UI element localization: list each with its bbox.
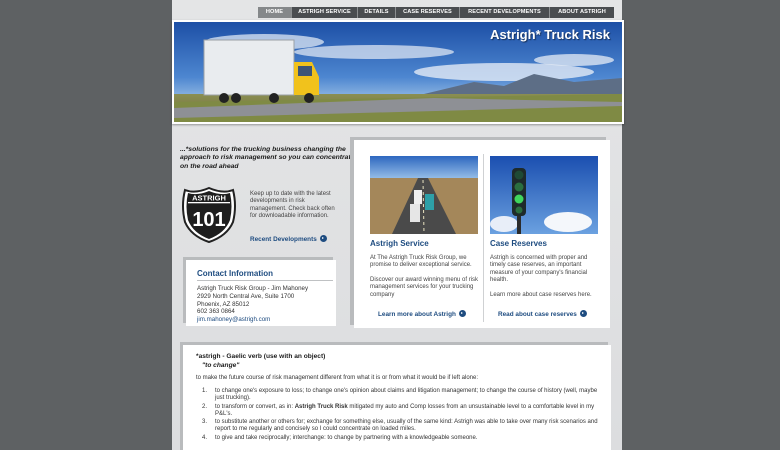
divider [483, 154, 484, 322]
paragraph: Discover our award winning menu of risk … [370, 276, 479, 298]
divider [197, 280, 333, 281]
list-text: to transform or convert, as in: Astrigh … [215, 404, 607, 419]
definition-subtitle: "to change" [202, 362, 240, 369]
arrow-right-icon [319, 235, 327, 242]
read-case-reserves-label: Read about case reserves [498, 311, 577, 318]
list-text-bold: Astrigh Truck Risk [294, 403, 348, 410]
astrigh-service-text: At The Astrigh Truck Risk Group, we prom… [370, 255, 480, 299]
list-text: to give and take reciprocally; interchan… [215, 434, 478, 441]
nav-case-reserves[interactable]: CASE RESERVES [396, 7, 460, 18]
paragraph: Learn more about case reserves here. [490, 291, 592, 298]
list-number: 2. [202, 403, 208, 410]
list-text: to substitute another or others for; exc… [215, 419, 598, 433]
astrigh-service-title: Astrigh Service [370, 239, 429, 248]
tagline: ...*solutions for the trucking business … [180, 146, 355, 170]
nav-astrigh-service[interactable]: ASTRIGH SERVICE [292, 7, 358, 18]
recent-developments-link[interactable]: Recent Developments [250, 235, 327, 243]
nav-details[interactable]: DETAILS [358, 7, 396, 18]
case-reserves-title: Case Reserves [490, 239, 547, 248]
contact-line: Phoenix, AZ 85012 [197, 300, 250, 308]
paragraph: Astrigh is concerned with proper and tim… [490, 255, 588, 284]
nav-home[interactable]: HOME [258, 7, 292, 18]
nav-about-astrigh[interactable]: ABOUT ASTRIGH [550, 7, 614, 18]
traffic-light-photo [490, 156, 598, 234]
contact-details: Astrigh Truck Risk Group - Jim Mahoney 2… [197, 285, 308, 324]
list-number: 4. [202, 434, 208, 441]
shield-top-text: ASTRIGH [192, 194, 226, 203]
contact-line: 602 363 0864 [197, 308, 235, 316]
list-item: 1. to change one's exposure to loss; to c… [202, 388, 607, 403]
case-reserves-text: Astrigh is concerned with proper and tim… [490, 255, 600, 299]
contact-heading: Contact Information [197, 269, 273, 278]
contact-email-link[interactable]: jim.mahoney@astrigh.com [197, 316, 308, 324]
definition-intro: to make the future course of risk manage… [196, 375, 479, 381]
list-text-pre: to transform or convert, as in: [215, 403, 295, 410]
contact-line: Astrigh Truck Risk Group - Jim Mahoney [197, 285, 309, 292]
list-text: to change one's exposure to loss; to cha… [215, 388, 598, 402]
shield-number-text: 101 [192, 209, 225, 231]
learn-more-astrigh-label: Learn more about Astrigh [378, 311, 456, 318]
list-item: 2. to transform or convert, as in: Astrig… [202, 404, 607, 419]
list-item: 4. to give and take reciprocally; interch… [202, 435, 607, 442]
learn-more-astrigh-link[interactable]: Learn more about Astrigh [378, 310, 466, 318]
definition-term: *astrigh - Gaelic verb (use with an obje… [196, 353, 326, 360]
astrigh-101-shield-icon: ASTRIGH 101 [182, 186, 236, 244]
highway-trucks-photo [370, 156, 478, 234]
list-number: 3. [202, 419, 208, 426]
list-item: 3. to substitute another or others for; e… [202, 419, 607, 434]
arrow-right-icon [579, 310, 587, 317]
definition-list: 1. to change one's exposure to loss; to c… [202, 388, 607, 443]
arrow-right-icon [458, 310, 466, 317]
recent-developments-label: Recent Developments [250, 236, 317, 243]
site-title: Astrigh* Truck Risk [490, 27, 610, 42]
news-text: Keep up to date with the latest developm… [250, 191, 335, 220]
contact-line: 2929 North Central Ave, Suite 1700 [197, 292, 295, 300]
list-number: 1. [202, 388, 208, 394]
read-case-reserves-link[interactable]: Read about case reserves [498, 310, 587, 318]
nav-recent-developments[interactable]: RECENT DEVELOPMENTS [460, 7, 550, 18]
paragraph: At The Astrigh Truck Risk Group, we prom… [370, 255, 472, 269]
banner: Astrigh* Truck Risk [172, 20, 624, 124]
main-nav: HOME ASTRIGH SERVICE DETAILS CASE RESERV… [258, 7, 614, 18]
